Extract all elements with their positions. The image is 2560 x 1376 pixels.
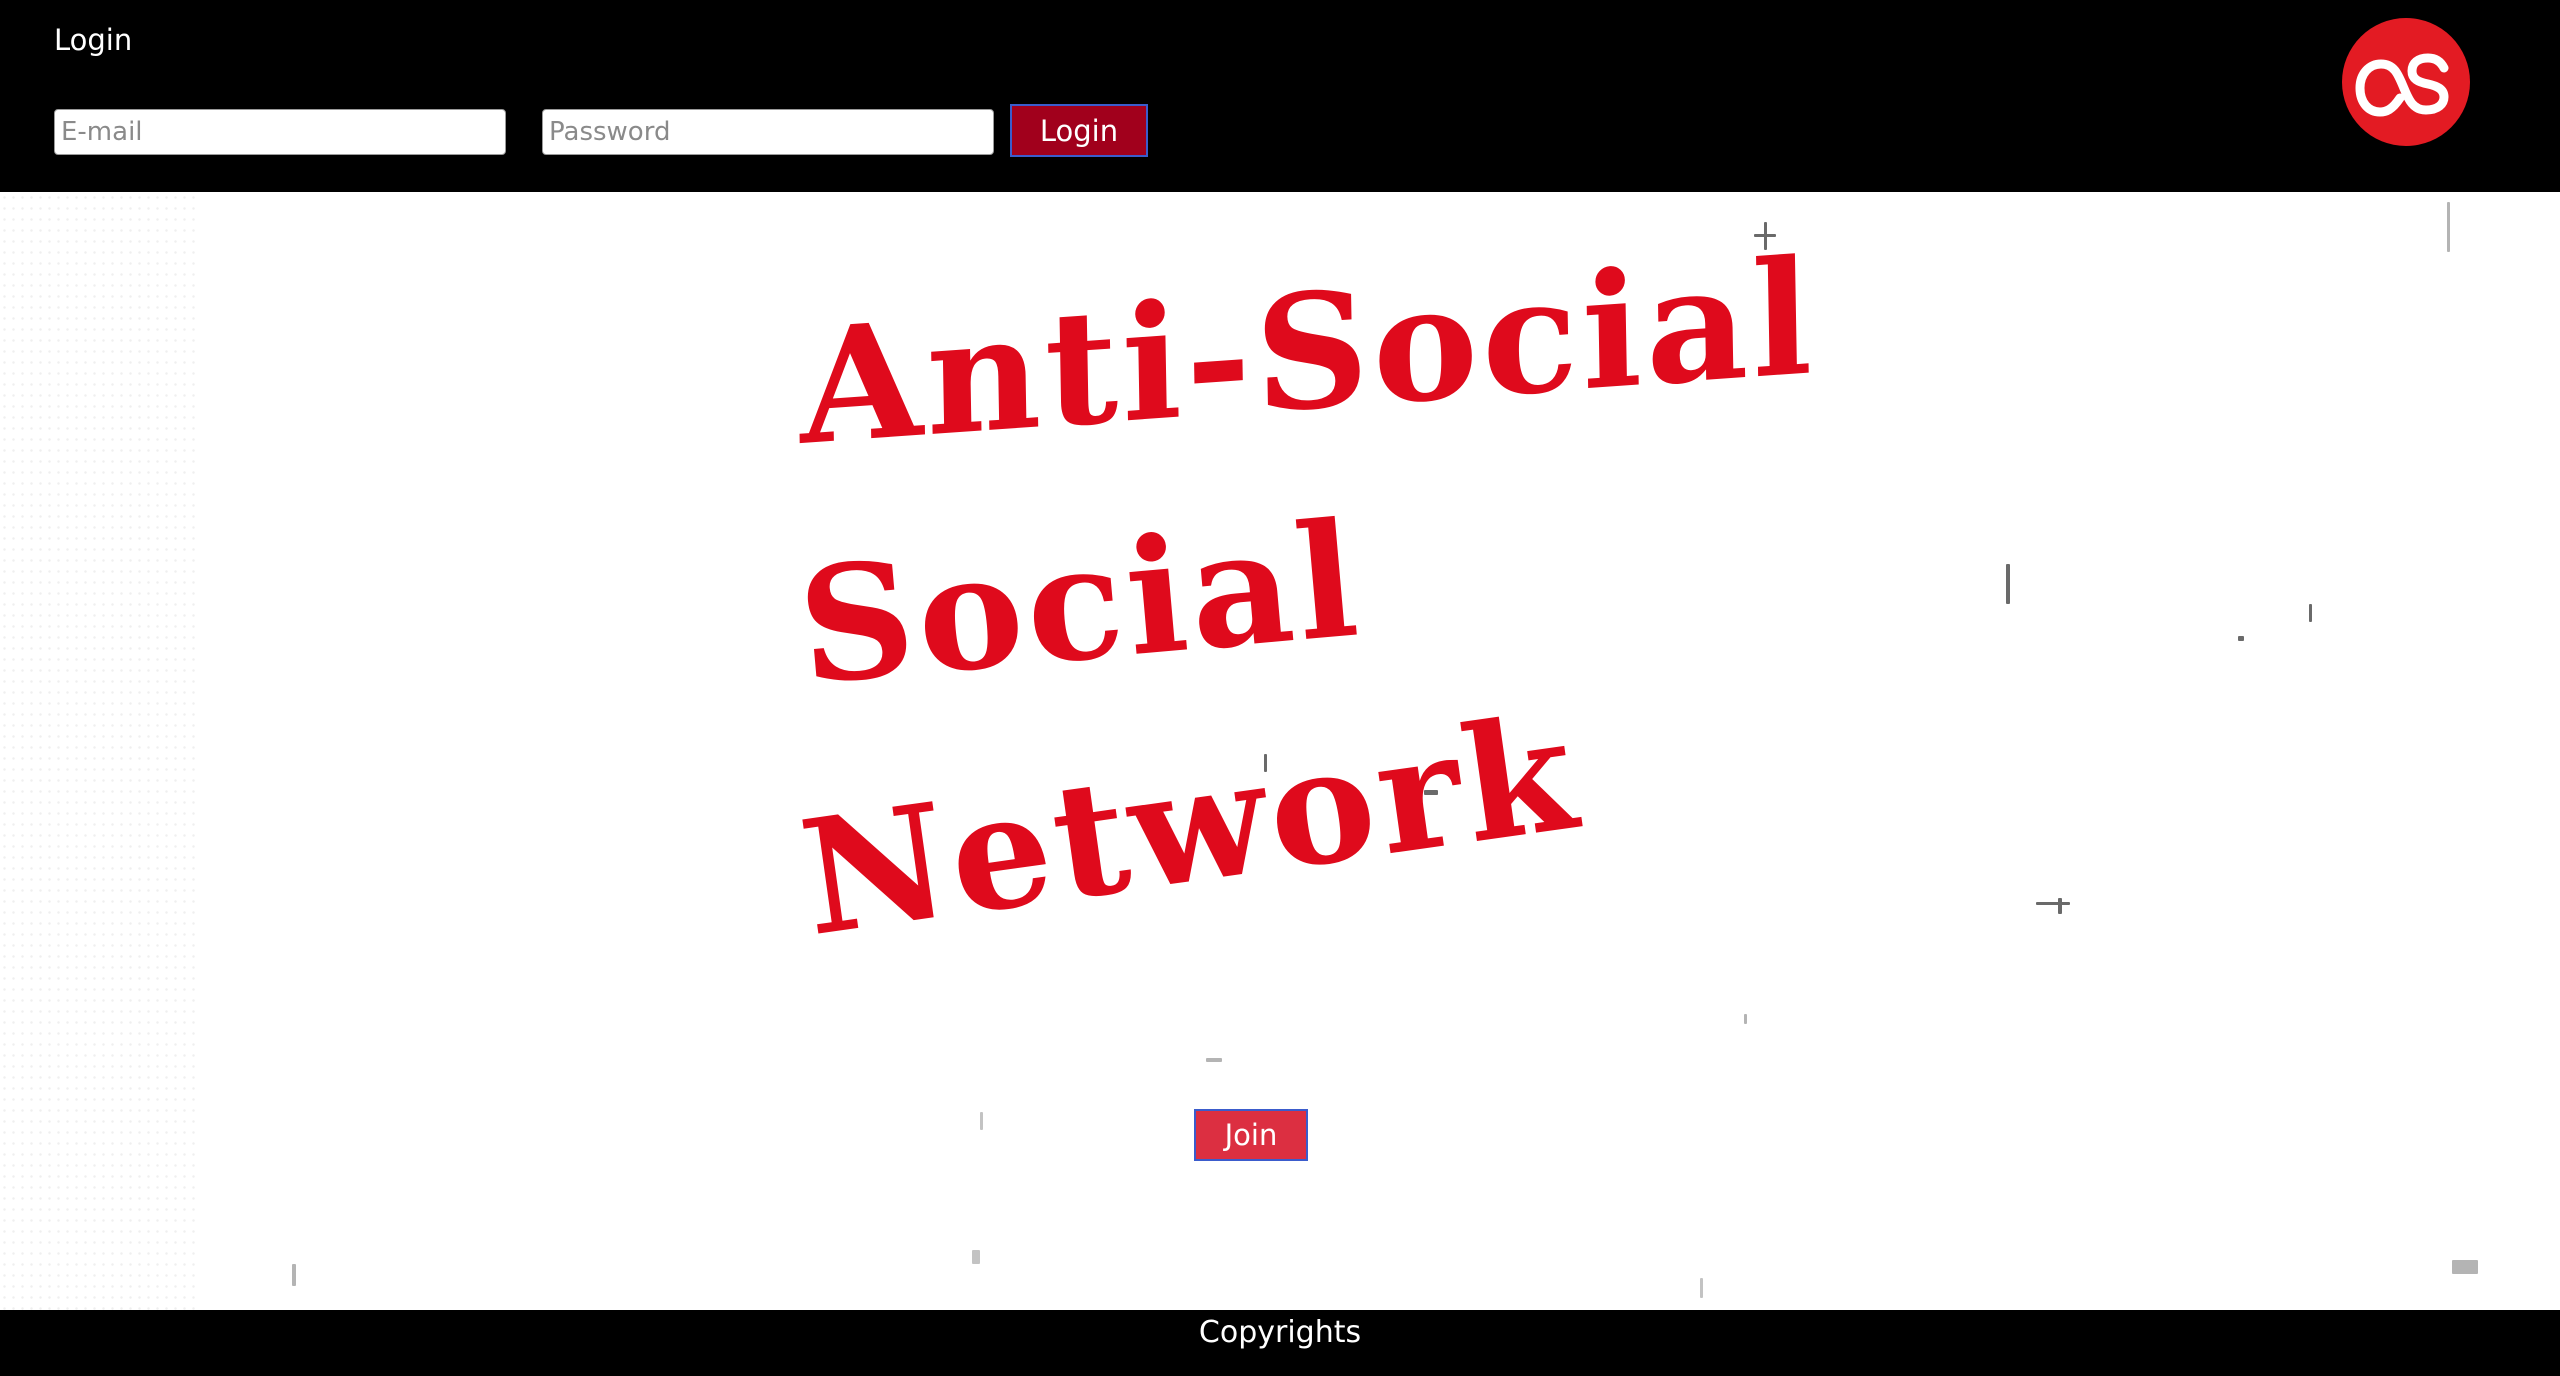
background-speck [2058,898,2062,914]
background-speck [2006,564,2010,604]
background-speck [2447,202,2450,252]
password-input[interactable] [542,109,994,155]
join-button[interactable]: Join [1194,1109,1308,1161]
login-heading: Login [54,23,133,57]
hero-section: Anti-Social Social Network Join [0,192,2560,1310]
background-speck [2452,1260,2478,1274]
hero-title-line-3: Network [791,680,1590,973]
footer-bar: Copyrights [0,1310,2560,1376]
background-texture [0,192,200,1310]
background-speck [2238,636,2244,641]
background-speck [1700,1278,1703,1298]
background-speck [972,1250,980,1264]
background-speck [2309,604,2312,622]
login-button[interactable]: Login [1010,104,1148,157]
header-bar: Login Login [0,0,2560,192]
lastfm-logo-icon[interactable] [2342,18,2470,146]
hero-title-line-2: Social [791,487,1369,721]
hero-title-line-1: Anti-Social [798,224,1818,482]
copyright-text: Copyrights [1198,1315,1362,1350]
email-input[interactable] [54,109,506,155]
background-speck [292,1264,296,1286]
background-speck [2036,902,2070,905]
hero-title: Anti-Social Social Network [791,225,2000,1204]
